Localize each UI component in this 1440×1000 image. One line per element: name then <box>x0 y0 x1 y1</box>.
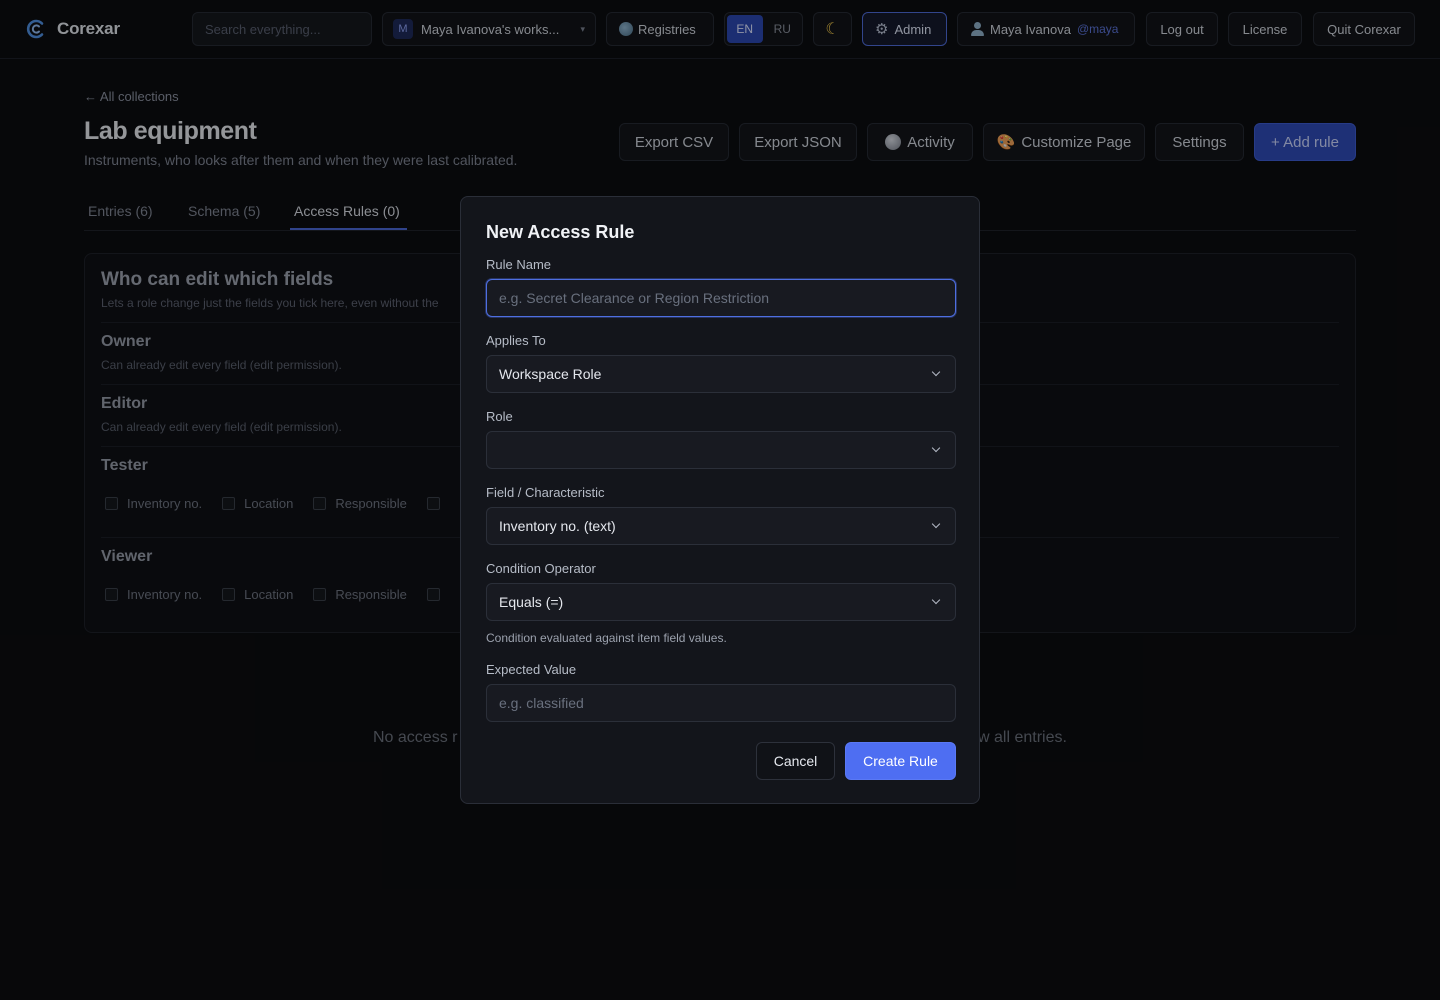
new-access-rule-dialog: New Access Rule Rule Name e.g. Secret Cl… <box>460 196 980 804</box>
chevron-down-icon <box>931 519 941 529</box>
condition-hint: Condition evaluated against item field v… <box>486 631 727 645</box>
cancel-button[interactable]: Cancel <box>756 742 835 780</box>
applies-to-value: Workspace Role <box>499 366 602 382</box>
role-select[interactable] <box>486 431 956 469</box>
field-select[interactable]: Inventory no. (text) <box>486 507 956 545</box>
applies-to-label: Applies To <box>486 333 546 348</box>
create-rule-button[interactable]: Create Rule <box>845 742 956 780</box>
chevron-down-icon <box>931 443 941 453</box>
expected-value-placeholder: e.g. classified <box>499 695 584 711</box>
operator-select[interactable]: Equals (=) <box>486 583 956 621</box>
expected-value-input[interactable]: e.g. classified <box>486 684 956 722</box>
field-value: Inventory no. (text) <box>499 518 616 534</box>
chevron-down-icon <box>931 595 941 605</box>
operator-value: Equals (=) <box>499 594 564 610</box>
field-label: Field / Characteristic <box>486 485 605 500</box>
expected-value-label: Expected Value <box>486 662 577 677</box>
rule-name-placeholder: e.g. Secret Clearance or Region Restrict… <box>499 290 770 306</box>
rule-name-label: Rule Name <box>486 257 552 272</box>
operator-label: Condition Operator <box>486 561 596 576</box>
dialog-title: New Access Rule <box>486 222 635 242</box>
chevron-down-icon <box>931 367 941 377</box>
applies-to-select[interactable]: Workspace Role <box>486 355 956 393</box>
rule-name-input[interactable]: e.g. Secret Clearance or Region Restrict… <box>486 279 956 317</box>
role-label: Role <box>486 409 513 424</box>
